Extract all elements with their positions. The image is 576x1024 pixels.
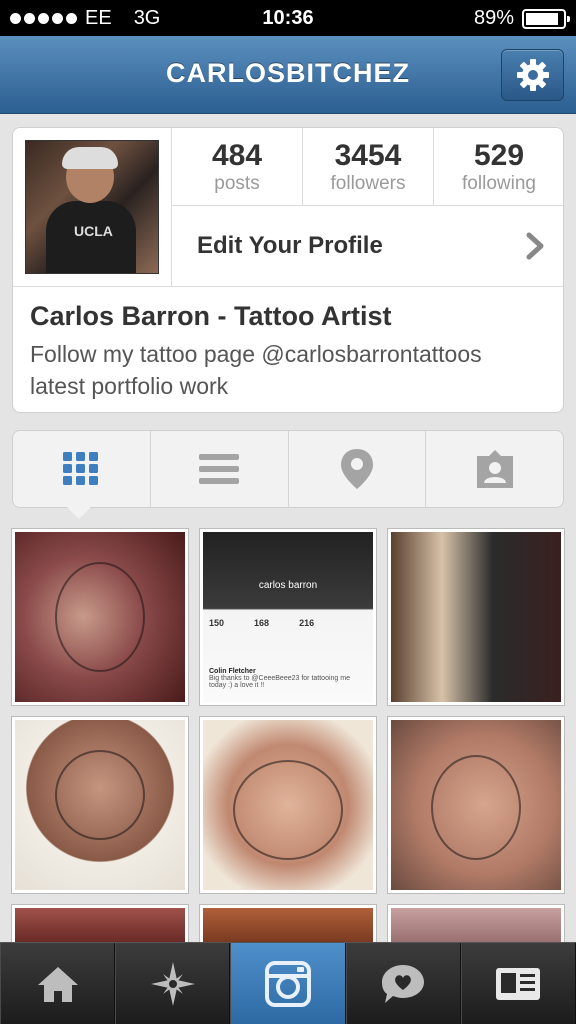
stat-label: posts [214,173,260,194]
embedded-profile-name: carlos barron [258,580,318,591]
embedded-profile-screenshot: 150 168 216 Colin Fletcher Big thanks to… [203,614,373,693]
photo-thumbnail[interactable] [12,717,188,893]
profile-stats: 484 posts 3454 followers 529 following [172,128,563,206]
stat-value: 529 [473,139,525,172]
profile-card-icon [496,967,541,1000]
photo-thumbnail[interactable] [200,905,376,945]
explore-star-icon [150,961,195,1006]
photo-thumbnail[interactable] [388,717,564,893]
photo-thumbnail[interactable] [12,905,188,945]
photo-thumbnail[interactable] [200,717,376,893]
profile-card: UCLA 484 posts 3454 followers 529 follow… [12,127,564,413]
chevron-right-icon [526,232,544,260]
tab-camera[interactable] [230,943,346,1024]
stat-followers[interactable]: 3454 followers [303,128,434,205]
tagged-person-icon [476,450,513,488]
embedded-comment-text: Big thanks to @CeeeBeee23 for tattooing … [209,675,350,689]
stat-posts[interactable]: 484 posts [172,128,303,205]
location-pin-icon [340,449,373,489]
edit-profile-label: Edit Your Profile [197,232,383,259]
stat-value: 484 [211,139,263,172]
speech-heart-icon [382,964,425,1003]
bio-line-2: latest portfolio work [30,373,229,399]
status-bar: EE 3G 10:36 89% [0,0,576,36]
selected-tab-pointer [67,507,91,519]
photo-thumbnail[interactable] [12,529,188,705]
tab-grid[interactable] [13,431,151,507]
stat-label: followers [330,173,406,194]
page-title: CARLOSBITCHEZ [166,58,410,88]
embedded-stat: 150 [209,618,225,628]
tab-explore[interactable] [115,943,231,1024]
battery-percent: 89% [473,7,514,29]
edit-profile-button[interactable]: Edit Your Profile [172,207,563,286]
embedded-comment-author: Colin Fletcher [209,668,256,675]
stat-label: following [462,173,536,194]
bottom-tab-bar [0,942,576,1024]
tab-list[interactable] [151,431,289,507]
profile-bio: Carlos Barron - Tattoo Artist Follow my … [30,298,550,402]
view-mode-tabs [12,430,564,508]
gear-icon [516,59,549,91]
embedded-stat: 216 [299,618,315,628]
photo-thumbnail[interactable] [388,529,564,705]
photo-thumbnail[interactable] [388,905,564,945]
tab-news[interactable] [345,943,461,1024]
embedded-stat: 168 [254,618,270,628]
camera-icon [265,960,311,1007]
tab-map[interactable] [289,431,427,507]
battery-icon [522,8,570,29]
list-icon [199,454,240,484]
avatar-shirt-text: UCLA [74,223,113,239]
tab-home[interactable] [0,943,116,1024]
nav-bar: CARLOSBITCHEZ [0,36,576,114]
stat-following[interactable]: 529 following [434,128,563,205]
photo-thumbnail[interactable]: carlos barron 150 168 216 Colin Fletcher… [200,529,376,705]
grid-icon [63,452,99,485]
home-icon [37,966,78,1002]
stat-value: 3454 [334,139,402,172]
settings-button[interactable] [501,49,564,101]
profile-name: Carlos Barron - Tattoo Artist [30,301,392,331]
bio-line-1: Follow my tattoo page @carlosbarrontatto… [30,341,482,367]
tab-tagged[interactable] [426,431,563,507]
tab-profile[interactable] [460,943,576,1024]
avatar[interactable]: UCLA [25,140,159,274]
